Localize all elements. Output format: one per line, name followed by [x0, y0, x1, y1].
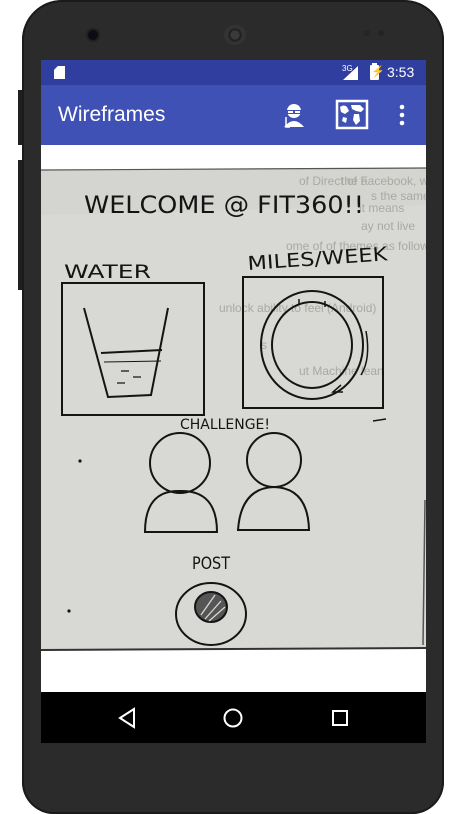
- recents-button[interactable]: [320, 700, 360, 736]
- app-title: Wireframes: [58, 103, 166, 126]
- challenge-label: CHALLENGE!: [180, 417, 270, 433]
- recents-icon: [332, 710, 348, 726]
- bleed-text-2: it means: [359, 201, 404, 215]
- overflow-menu-icon: [399, 104, 405, 126]
- map-icon: [335, 99, 369, 130]
- water-label: WATER: [64, 261, 151, 283]
- bleed-text-5: s the same machines e.g. Instead: [371, 189, 426, 203]
- light-sensor: [378, 30, 384, 36]
- face-detection-button[interactable]: [276, 97, 312, 133]
- content-area: the a it means ay not live of Direct of …: [41, 145, 426, 692]
- back-button[interactable]: [107, 700, 147, 736]
- sketch-header: WELCOME @ FIT360!!: [84, 191, 364, 219]
- bleed-text-3: ay not live: [361, 219, 415, 233]
- post-label: POST: [192, 554, 231, 574]
- status-time: 3:53: [387, 64, 415, 80]
- side-button-left: [18, 90, 22, 145]
- back-icon: [118, 707, 135, 729]
- home-icon: [223, 708, 243, 728]
- map-button[interactable]: [334, 97, 370, 133]
- volume-button: [18, 160, 22, 290]
- status-bar: 3G ⚡ 3:53: [41, 60, 426, 85]
- face-detection-icon: [284, 104, 304, 128]
- earpiece-speaker: [224, 25, 246, 45]
- sd-card-icon: [54, 66, 65, 79]
- phone-screen: 3G ⚡ 3:53 Wireframes the a it means ay n…: [41, 60, 426, 743]
- wireframe-sketch-image: the a it means ay not live of Direct of …: [41, 167, 426, 651]
- home-button[interactable]: [213, 700, 253, 736]
- navigation-bar: [41, 692, 426, 743]
- proximity-sensor: [364, 30, 370, 36]
- battery-charging-icon: ⚡: [370, 63, 385, 80]
- network-type: 3G: [342, 64, 353, 73]
- bleed-text-4: of Direct of Facebook, we fo: [299, 174, 426, 188]
- app-bar: Wireframes: [41, 85, 426, 145]
- front-camera: [88, 30, 98, 40]
- overflow-menu-button[interactable]: [384, 97, 420, 133]
- bleed-text-9: ut Machine lean: [299, 364, 384, 378]
